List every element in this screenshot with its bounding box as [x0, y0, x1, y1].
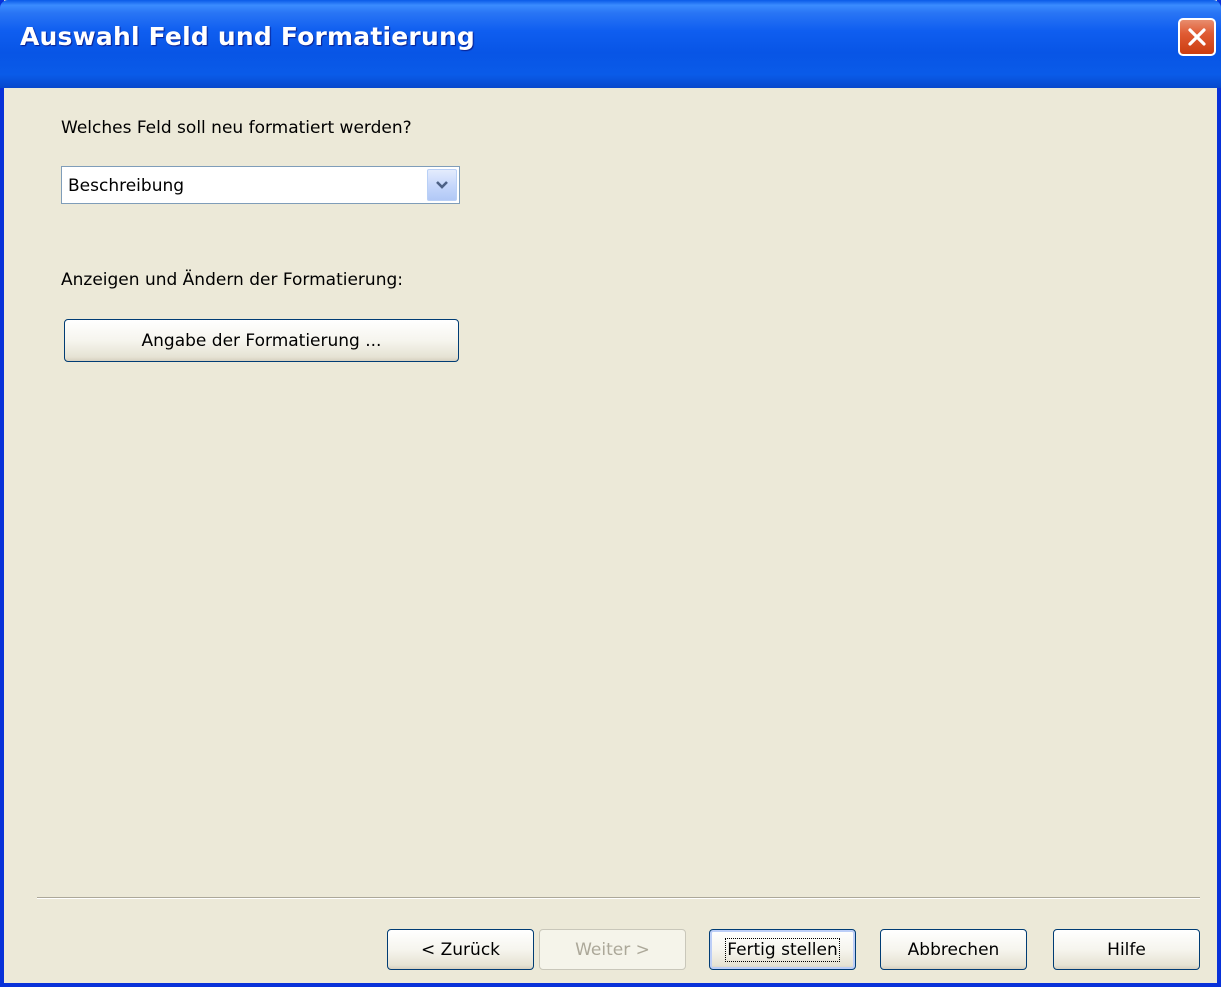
next-button[interactable]: Weiter > [539, 929, 686, 970]
specify-format-button[interactable]: Angabe der Formatierung ... [64, 319, 459, 362]
field-prompt-label: Welches Feld soll neu formatiert werden? [61, 118, 412, 138]
field-select-value: Beschreibung [68, 176, 185, 196]
field-select[interactable]: Beschreibung [61, 166, 460, 204]
footer-separator [37, 897, 1200, 899]
help-button-label: Hilfe [1107, 939, 1146, 960]
field-select-dropdown-button[interactable] [427, 169, 457, 201]
back-button[interactable]: < Zurück [387, 929, 534, 970]
dialog-content: Welches Feld soll neu formatiert werden?… [4, 88, 1217, 983]
back-button-label: < Zurück [420, 939, 501, 960]
format-prompt-label: Anzeigen und Ändern der Formatierung: [61, 270, 403, 290]
chevron-down-icon [436, 181, 448, 189]
next-button-label: Weiter > [575, 939, 650, 960]
close-icon [1188, 28, 1206, 46]
finish-button-label: Fertig stellen [725, 937, 840, 962]
help-button[interactable]: Hilfe [1053, 929, 1200, 970]
cancel-button[interactable]: Abbrechen [880, 929, 1027, 970]
finish-button[interactable]: Fertig stellen [709, 929, 856, 970]
cancel-button-label: Abbrechen [907, 939, 1000, 960]
window-title: Auswahl Feld und Formatierung [20, 22, 476, 51]
dialog-window: Auswahl Feld und Formatierung Welches Fe… [0, 0, 1221, 987]
title-bar[interactable]: Auswahl Feld und Formatierung [0, 0, 1221, 88]
close-button[interactable] [1178, 18, 1216, 56]
specify-format-button-label: Angabe der Formatierung ... [141, 330, 382, 351]
